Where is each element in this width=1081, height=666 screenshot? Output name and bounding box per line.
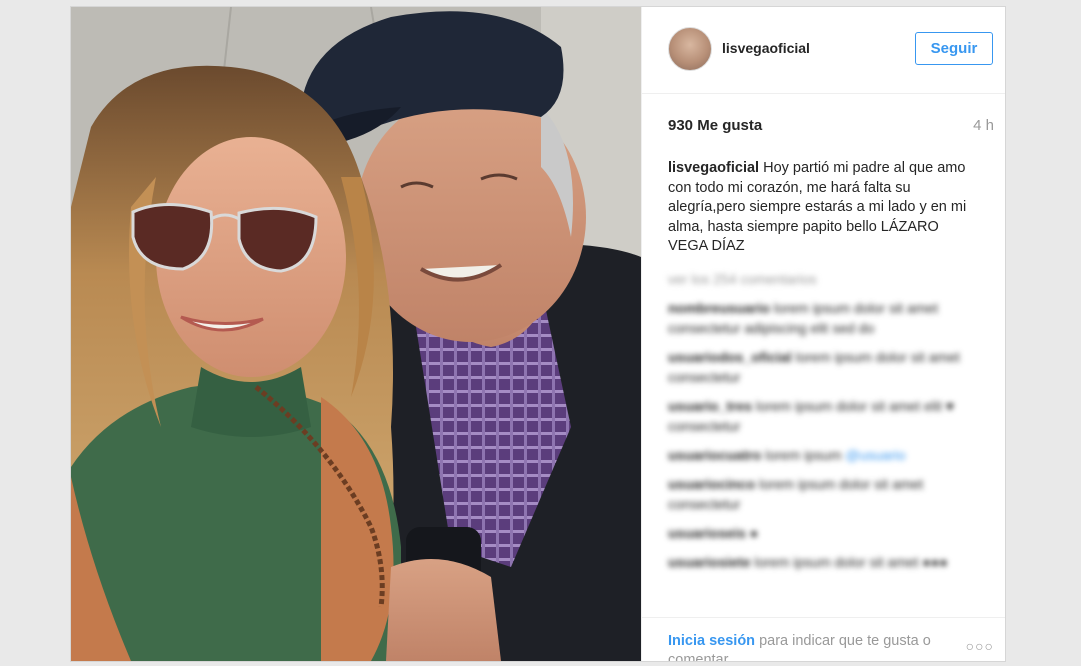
photo-illustration bbox=[71, 7, 641, 661]
blurred-comments: ver los 254 comentarios nombreusuario lo… bbox=[668, 269, 982, 581]
list-item: usuariosiete lorem ipsum dolor sit amet … bbox=[668, 554, 948, 570]
list-item: usuariocinco lorem ipsum dolor sit amet … bbox=[668, 476, 924, 512]
list-item: usuario_tres lorem ipsum dolor sit amet … bbox=[668, 398, 955, 434]
username-link[interactable]: lisvegaoficial bbox=[722, 40, 810, 56]
view-comments-link: ver los 254 comentarios bbox=[668, 271, 817, 287]
post-photo[interactable] bbox=[71, 7, 641, 661]
post-footer: Inicia sesión para indicar que te gusta … bbox=[642, 617, 1005, 661]
login-link[interactable]: Inicia sesión bbox=[668, 633, 755, 649]
time-ago[interactable]: 4 h bbox=[973, 117, 994, 134]
list-item: nombreusuario lorem ipsum dolor sit amet… bbox=[668, 300, 938, 336]
post-header: lisvegaoficial Seguir bbox=[642, 7, 1005, 94]
follow-button[interactable]: Seguir bbox=[915, 32, 993, 65]
more-dots-icon[interactable]: ○○○ bbox=[966, 638, 994, 654]
avatar[interactable] bbox=[668, 27, 712, 71]
post-details-panel: lisvegaoficial Seguir 930 Me gusta 4 h l… bbox=[641, 7, 1005, 661]
login-prompt: Inicia sesión para indicar que te gusta … bbox=[668, 632, 968, 661]
list-item: usuarioseis ● bbox=[668, 525, 759, 541]
post-stats: 930 Me gusta 4 h bbox=[668, 117, 994, 137]
list-item: usuariocuatro lorem ipsum @usuario bbox=[668, 447, 906, 463]
instagram-post-embed: lisvegaoficial Seguir 930 Me gusta 4 h l… bbox=[70, 6, 1006, 662]
post-caption: lisvegaoficial Hoy partió mi padre al qu… bbox=[668, 159, 982, 257]
list-item: usuariodos_oficial lorem ipsum dolor sit… bbox=[668, 349, 960, 385]
caption-username[interactable]: lisvegaoficial bbox=[668, 160, 759, 176]
likes-count[interactable]: 930 Me gusta bbox=[668, 117, 762, 134]
